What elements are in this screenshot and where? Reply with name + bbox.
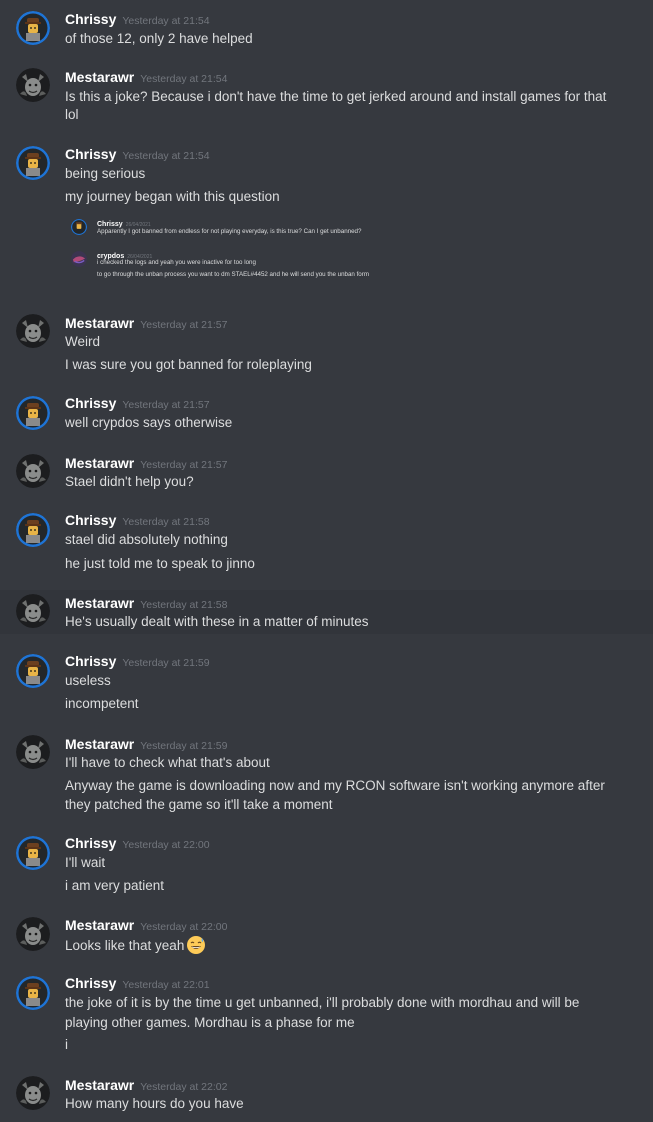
gargoyle-avatar-icon — [16, 454, 50, 488]
timestamp: Yesterday at 21:57 — [140, 459, 228, 471]
mestarawr-avatar[interactable] — [16, 735, 50, 769]
message-text: my journey began with this question — [65, 189, 280, 204]
chrissy-avatar[interactable] — [16, 396, 50, 430]
timestamp: Yesterday at 22:00 — [122, 839, 210, 851]
timestamp: Yesterday at 21:54 — [140, 73, 228, 85]
author-name[interactable]: Chrissy — [65, 395, 116, 411]
timestamp: Yesterday at 21:57 — [122, 399, 210, 411]
chrissy-avatar[interactable] — [16, 654, 50, 688]
embed-message-text: to go through the unban process you want… — [97, 271, 369, 278]
author-name[interactable]: Chrissy — [65, 512, 116, 528]
lego-soldier-avatar-icon — [16, 513, 50, 547]
timestamp: Yesterday at 22:00 — [140, 921, 228, 933]
chrissy-avatar[interactable] — [16, 146, 50, 180]
embedded-screenshot[interactable]: Chrissy 26/04/2021 Apparently I got banne… — [65, 214, 495, 286]
timestamp: Yesterday at 22:01 — [122, 979, 210, 991]
chrissy-avatar[interactable] — [16, 513, 50, 547]
message-text: lol — [65, 107, 79, 122]
grinning-sweat-emoji[interactable] — [186, 935, 206, 961]
timestamp: Yesterday at 21:58 — [122, 516, 210, 528]
message-text: Weird — [65, 334, 101, 349]
message-text: of those 12, only 2 have helped — [65, 31, 253, 46]
message-text: I'll wait — [65, 855, 106, 870]
message-text: He's usually dealt with these in a matte… — [65, 614, 369, 629]
mestarawr-avatar[interactable] — [16, 314, 50, 348]
message-text: playing other games. Mordhau is a phase … — [65, 1015, 355, 1030]
message-text: he just told me to speak to jinno — [65, 556, 255, 571]
mestarawr-avatar[interactable] — [16, 1076, 50, 1110]
mestarawr-avatar[interactable] — [16, 68, 50, 102]
chrissy-avatar[interactable] — [16, 836, 50, 870]
message-text: the joke of it is by the time u get unba… — [65, 995, 580, 1010]
author-name[interactable]: Mestarawr — [65, 69, 134, 85]
gargoyle-avatar-icon — [16, 68, 50, 102]
message-text: being serious — [65, 166, 146, 181]
lego-soldier-avatar-icon — [16, 396, 50, 430]
timestamp: Yesterday at 21:59 — [122, 657, 210, 669]
gargoyle-avatar-icon — [16, 917, 50, 951]
message-text: they patched the game so it'll take a mo… — [65, 797, 333, 812]
embed-message-text: i checked the logs and yeah you were ina… — [97, 259, 256, 266]
lego-soldier-avatar-icon — [16, 11, 50, 45]
lego-soldier-avatar-icon — [16, 836, 50, 870]
mestarawr-avatar[interactable] — [16, 917, 50, 951]
gargoyle-avatar-icon — [16, 1076, 50, 1110]
message-text: incompetent — [65, 696, 139, 711]
gargoyle-avatar-icon — [16, 735, 50, 769]
message-text: i am very patient — [65, 878, 165, 893]
message-text: Stael didn't help you? — [65, 474, 194, 489]
message-text: well crypdos says otherwise — [65, 415, 233, 430]
author-name[interactable]: Mestarawr — [65, 455, 134, 471]
chrissy-avatar[interactable] — [16, 11, 50, 45]
message-text: How many hours do you have — [65, 1096, 244, 1111]
author-name[interactable]: Mestarawr — [65, 917, 134, 933]
embed-crypdos-avatar — [71, 251, 87, 267]
mestarawr-avatar[interactable] — [16, 454, 50, 488]
message-text: useless — [65, 673, 111, 688]
message-text: i — [65, 1037, 68, 1052]
mestarawr-avatar[interactable] — [16, 594, 50, 628]
lego-soldier-avatar-icon — [16, 976, 50, 1010]
author-name[interactable]: Mestarawr — [65, 1077, 134, 1093]
chrissy-avatar[interactable] — [16, 976, 50, 1010]
embed-chrissy-avatar — [71, 219, 87, 235]
author-name[interactable]: Chrissy — [65, 835, 116, 851]
message-text-content: Looks like that yeah — [65, 938, 185, 953]
timestamp: Yesterday at 21:54 — [122, 150, 210, 162]
message-text: Anyway the game is downloading now and m… — [65, 778, 605, 793]
timestamp: Yesterday at 21:57 — [140, 319, 228, 331]
message-text: I'll have to check what that's about — [65, 755, 270, 770]
author-name[interactable]: Mestarawr — [65, 736, 134, 752]
timestamp: Yesterday at 21:54 — [122, 15, 210, 27]
lego-soldier-avatar-icon — [16, 146, 50, 180]
author-name[interactable]: Mestarawr — [65, 315, 134, 331]
author-name[interactable]: Mestarawr — [65, 595, 134, 611]
timestamp: Yesterday at 21:59 — [140, 740, 228, 752]
embed-message-text: Apparently I got banned from endless for… — [97, 228, 362, 235]
lego-soldier-avatar-icon — [16, 654, 50, 688]
lego-soldier-avatar-icon — [71, 219, 87, 235]
gargoyle-avatar-icon — [16, 594, 50, 628]
dragon-avatar-icon — [71, 251, 87, 267]
author-name[interactable]: Chrissy — [65, 146, 116, 162]
timestamp: Yesterday at 21:58 — [140, 599, 228, 611]
message-text: Is this a joke? Because i don't have the… — [65, 89, 607, 104]
message-text: Looks like that yeah — [65, 935, 623, 961]
grinning-sweat-emoji-icon — [187, 936, 206, 954]
timestamp: Yesterday at 22:02 — [140, 1081, 228, 1093]
author-name[interactable]: Chrissy — [65, 975, 116, 991]
gargoyle-avatar-icon — [16, 314, 50, 348]
message-text: stael did absolutely nothing — [65, 532, 228, 547]
author-name[interactable]: Chrissy — [65, 653, 116, 669]
author-name[interactable]: Chrissy — [65, 11, 116, 27]
message-text: I was sure you got banned for roleplayin… — [65, 357, 312, 372]
